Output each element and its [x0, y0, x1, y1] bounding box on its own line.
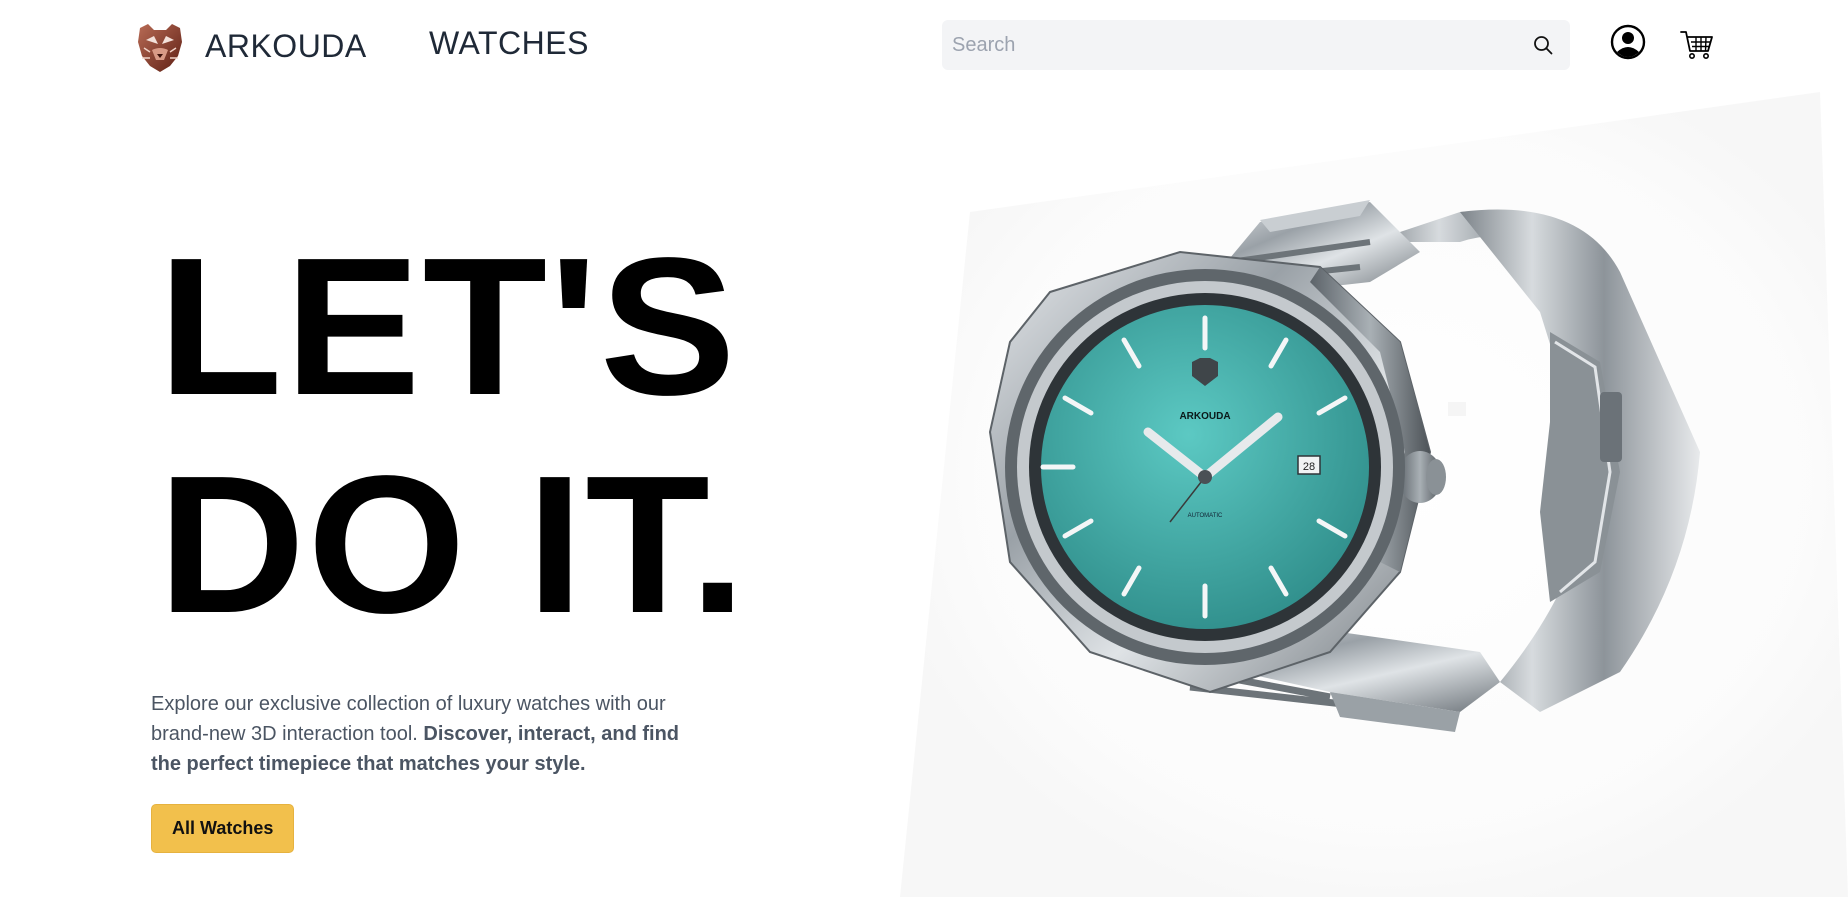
search-icon[interactable]	[1532, 34, 1554, 56]
search-input[interactable]	[942, 20, 1502, 70]
all-watches-button[interactable]: All Watches	[151, 804, 295, 853]
nav-watches-link[interactable]: WATCHES	[429, 25, 589, 62]
date-window: 28	[1303, 461, 1315, 473]
headline-line-1: LET'S	[158, 217, 738, 436]
site-header: ARKOUDA WATCHES	[0, 0, 1848, 90]
brand-name: ARKOUDA	[205, 27, 367, 64]
hero-description: Explore our exclusive collection of luxu…	[151, 689, 711, 779]
hero-headline: LET'S DO IT.	[158, 218, 748, 654]
watch-image: 28 ARKOUDA AUTOMATIC	[900, 92, 1848, 897]
dial-automatic-text: AUTOMATIC	[1188, 513, 1223, 519]
bear-logo-icon	[138, 24, 182, 72]
headline-line-2: DO IT.	[158, 435, 749, 654]
user-circle-icon[interactable]	[1610, 24, 1646, 60]
search-bar	[942, 20, 1570, 70]
shopping-cart-icon[interactable]	[1679, 26, 1715, 62]
watch-3d-viewer[interactable]: 28 ARKOUDA AUTOMATIC	[900, 92, 1848, 897]
brand-link[interactable]: ARKOUDA	[132, 18, 367, 74]
dial-brand-text: ARKOUDA	[1179, 411, 1230, 422]
